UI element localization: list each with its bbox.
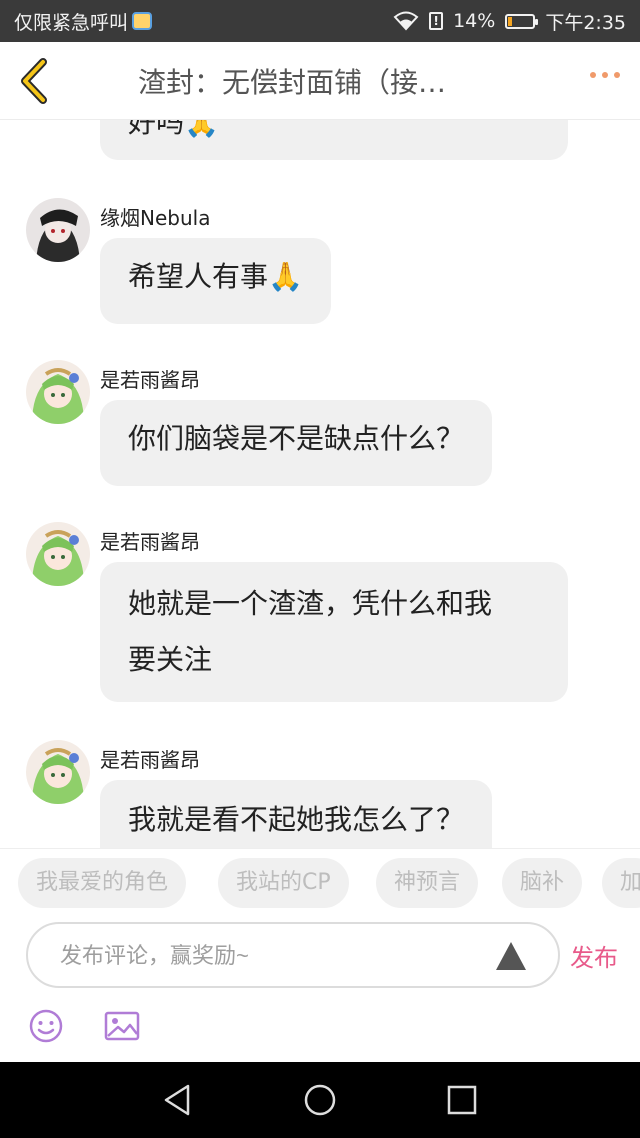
comment-box[interactable] xyxy=(26,922,560,988)
chevron-left-icon xyxy=(21,58,47,104)
emergency-call-text: 仅限紧急呼叫 xyxy=(14,11,129,34)
avatar[interactable] xyxy=(26,198,90,262)
message-text: 你们脑袋是不是缺点什么？ xyxy=(128,422,465,455)
message-bubble: 她就是一个渣渣，凭什么和我 要关注 xyxy=(100,562,568,702)
avatar[interactable] xyxy=(26,522,90,586)
back-button[interactable] xyxy=(14,56,54,106)
sender-name: 缘烟Nebula xyxy=(100,206,211,230)
page-title: 渣封：无偿封面铺（接… xyxy=(138,66,447,99)
user-avatar-image xyxy=(26,198,90,262)
topic-tag[interactable]: 我站的CP xyxy=(218,858,349,908)
publish-button[interactable]: 发布 xyxy=(570,938,618,973)
clock-time: 下午2:35 xyxy=(545,11,626,34)
user-avatar-image xyxy=(26,360,90,424)
topic-tag[interactable]: 神预言 xyxy=(376,858,479,908)
topic-tag-row[interactable]: 我最爱的角色 我站的CP 神预言 脑补 加 xyxy=(0,848,640,918)
message-bubble-partial: 好吗🙏 xyxy=(100,120,568,160)
status-bar: 仅限紧急呼叫 ! 14% 下午2:35 xyxy=(0,0,640,42)
header-bar: 渣封：无偿封面铺（接… xyxy=(0,42,640,120)
message-text: 我就是看不起她我怎么了？ xyxy=(128,803,465,836)
more-options-button[interactable] xyxy=(590,72,620,78)
message-bubble: 你们脑袋是不是缺点什么？ xyxy=(100,400,493,486)
app-notification-icon xyxy=(132,12,153,30)
topic-tag[interactable]: 我最爱的角色 xyxy=(18,858,187,908)
sender-name: 是若雨酱昂 xyxy=(100,368,200,392)
user-avatar-image xyxy=(26,740,90,804)
topic-tag[interactable]: 脑补 xyxy=(502,858,583,908)
image-icon[interactable] xyxy=(104,1008,140,1044)
sender-name: 是若雨酱昂 xyxy=(100,748,200,772)
chat-message-list[interactable]: 好吗🙏 缘烟Nebula 希望人有事🙏 是若雨酱昂 你们脑袋是不是缺点什么？ 是… xyxy=(0,120,640,848)
avatar[interactable] xyxy=(26,740,90,804)
message-text: 希望人有事🙏 xyxy=(128,260,303,293)
dot-icon xyxy=(602,72,608,78)
message-text-line: 她就是一个渣渣，凭什么和我 xyxy=(128,587,493,620)
system-nav-bar xyxy=(0,1062,640,1138)
recents-square-icon[interactable] xyxy=(444,1082,480,1118)
wifi-icon xyxy=(393,11,419,31)
emoji-icon[interactable] xyxy=(28,1008,64,1044)
topic-tag[interactable]: 加 xyxy=(602,858,640,908)
message-bubble: 希望人有事🙏 xyxy=(100,238,331,324)
comment-input[interactable] xyxy=(60,938,480,974)
back-triangle-icon[interactable] xyxy=(160,1082,196,1118)
user-avatar-image xyxy=(26,522,90,586)
sim-alert-icon: ! xyxy=(429,12,444,30)
dot-icon xyxy=(590,72,596,78)
message-text-line: 要关注 xyxy=(128,643,213,676)
send-triangle-icon[interactable] xyxy=(494,940,528,972)
sender-name: 是若雨酱昂 xyxy=(100,530,200,554)
message-bubble: 我就是看不起她我怎么了？ xyxy=(100,780,493,848)
message-text: 好吗🙏 xyxy=(128,120,219,139)
dot-icon xyxy=(614,72,620,78)
avatar[interactable] xyxy=(26,360,90,424)
battery-percentage: 14% xyxy=(453,10,496,32)
battery-icon xyxy=(505,13,539,29)
home-circle-icon[interactable] xyxy=(302,1082,338,1118)
